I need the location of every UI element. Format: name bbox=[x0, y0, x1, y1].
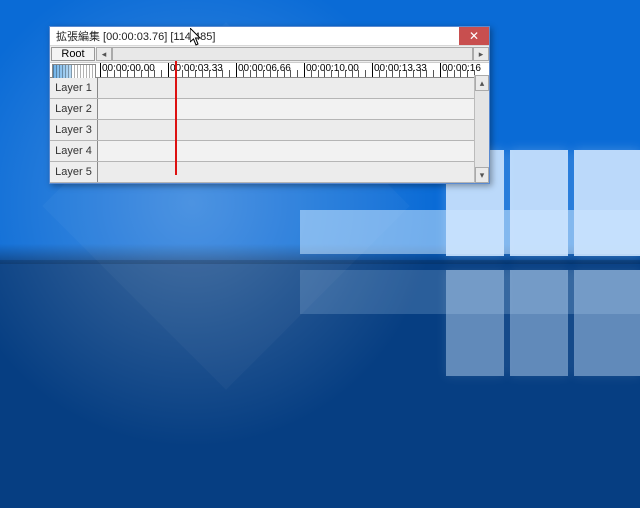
track-row: Layer 3 bbox=[50, 120, 489, 141]
ruler-tick-minor bbox=[324, 70, 325, 77]
hscroll-track[interactable] bbox=[112, 47, 473, 61]
ruler-tick-minor bbox=[250, 70, 251, 77]
ruler-tick-label: 00:00:16 bbox=[442, 63, 481, 74]
ruler-tick-minor bbox=[107, 70, 108, 77]
ruler-tick-minor bbox=[467, 70, 468, 77]
ruler-tick-minor bbox=[406, 70, 407, 77]
ruler-tick-minor bbox=[270, 70, 271, 77]
vscroll[interactable]: ▴ ▾ bbox=[474, 75, 489, 183]
ruler-tick-minor bbox=[290, 70, 291, 77]
track-label[interactable]: Layer 5 bbox=[50, 162, 98, 182]
ruler-tick-minor bbox=[413, 70, 414, 77]
ruler-tick-major bbox=[236, 63, 237, 77]
ruler-tick-minor bbox=[447, 70, 448, 77]
timeline-editor-window: 拡張編集 [00:00:03.76] [114/485] ✕ Root ◂ ▸ … bbox=[49, 26, 490, 184]
ruler-tick-minor bbox=[358, 70, 359, 77]
ruler-tick-minor bbox=[318, 70, 319, 77]
track-row: Layer 1 bbox=[50, 78, 489, 99]
ruler-tick-minor bbox=[209, 70, 210, 77]
track-row: Layer 5 bbox=[50, 162, 489, 183]
track-label[interactable]: Layer 1 bbox=[50, 78, 98, 98]
ruler-tick-minor bbox=[297, 70, 298, 77]
track-lane[interactable] bbox=[98, 99, 489, 119]
ruler-tick-minor bbox=[331, 70, 332, 77]
chevron-down-icon: ▾ bbox=[480, 170, 485, 181]
chevron-right-icon: ▸ bbox=[479, 49, 484, 60]
titlebar[interactable]: 拡張編集 [00:00:03.76] [114/485] ✕ bbox=[50, 27, 489, 46]
track-label[interactable]: Layer 3 bbox=[50, 120, 98, 140]
ruler-tick-minor bbox=[433, 70, 434, 77]
close-icon: ✕ bbox=[469, 30, 479, 42]
ruler-tick-minor bbox=[426, 70, 427, 77]
ruler-tick-minor bbox=[345, 70, 346, 77]
ruler-tick-minor bbox=[195, 70, 196, 77]
ruler-tick-minor bbox=[399, 70, 400, 77]
ruler-tick-minor bbox=[188, 70, 189, 77]
ruler-tick-minor bbox=[154, 70, 155, 77]
ruler-tick-minor bbox=[454, 70, 455, 77]
ruler-tick-minor bbox=[256, 70, 257, 77]
ruler-tick-minor bbox=[222, 70, 223, 77]
toolbar: Root ◂ ▸ bbox=[50, 46, 489, 63]
chevron-up-icon: ▴ bbox=[480, 78, 485, 89]
window-title: 拡張編集 [00:00:03.76] [114/485] bbox=[50, 28, 215, 44]
ruler-tick-minor bbox=[182, 70, 183, 77]
track-lane[interactable] bbox=[98, 141, 489, 161]
ruler-tick-minor bbox=[229, 70, 230, 77]
ruler-tick-minor bbox=[311, 70, 312, 77]
ruler-tick-minor bbox=[120, 70, 121, 77]
ruler-tick-major bbox=[440, 63, 441, 77]
ruler-tick-minor bbox=[392, 70, 393, 77]
track-row: Layer 2 bbox=[50, 99, 489, 120]
hscroll-left-button[interactable]: ◂ bbox=[96, 47, 112, 61]
ruler-tick-minor bbox=[460, 70, 461, 77]
root-button-label: Root bbox=[61, 48, 84, 60]
ruler-tick-minor bbox=[263, 70, 264, 77]
close-button[interactable]: ✕ bbox=[459, 27, 489, 45]
tracks-area: Layer 1Layer 2Layer 3Layer 4Layer 5 bbox=[50, 78, 489, 183]
ruler-tick-minor bbox=[148, 70, 149, 77]
ruler-tick-minor bbox=[379, 70, 380, 77]
track-label[interactable]: Layer 4 bbox=[50, 141, 98, 161]
ruler-tick-minor bbox=[284, 70, 285, 77]
ruler-tick-minor bbox=[114, 70, 115, 77]
ruler-tick-minor bbox=[243, 70, 244, 77]
ruler-tick-minor bbox=[127, 70, 128, 77]
ruler-tick-minor bbox=[352, 70, 353, 77]
ruler-tick-minor bbox=[202, 70, 203, 77]
ruler-tick-minor bbox=[338, 70, 339, 77]
track-lane[interactable] bbox=[98, 78, 489, 98]
time-ruler-row: 00:00:00.0000:00:03.3300:00:06.6600:00:1… bbox=[50, 63, 489, 78]
track-label[interactable]: Layer 2 bbox=[50, 99, 98, 119]
ruler-tick-minor bbox=[134, 70, 135, 77]
track-lane[interactable] bbox=[98, 120, 489, 140]
ruler-tick-minor bbox=[386, 70, 387, 77]
ruler-tick-minor bbox=[365, 70, 366, 77]
track-row: Layer 4 bbox=[50, 141, 489, 162]
ruler-tick-minor bbox=[216, 70, 217, 77]
vscroll-track[interactable] bbox=[475, 91, 489, 167]
ruler-tick-minor bbox=[161, 70, 162, 77]
vscroll-up-button[interactable]: ▴ bbox=[475, 75, 489, 91]
hscroll-right-button[interactable]: ▸ bbox=[473, 47, 489, 61]
time-ruler[interactable]: 00:00:00.0000:00:03.3300:00:06.6600:00:1… bbox=[98, 63, 489, 77]
ruler-tick-minor bbox=[277, 70, 278, 77]
root-button[interactable]: Root bbox=[51, 47, 95, 61]
track-lane[interactable] bbox=[98, 162, 489, 182]
ruler-tick-major bbox=[304, 63, 305, 77]
chevron-left-icon: ◂ bbox=[102, 49, 107, 60]
ruler-tick-major bbox=[168, 63, 169, 77]
vscroll-down-button[interactable]: ▾ bbox=[475, 167, 489, 183]
ruler-tick-minor bbox=[141, 70, 142, 77]
ruler-tick-major bbox=[100, 63, 101, 77]
desktop-wallpaper: 拡張編集 [00:00:03.76] [114/485] ✕ Root ◂ ▸ … bbox=[0, 0, 640, 508]
ruler-tick-major bbox=[372, 63, 373, 77]
playhead[interactable] bbox=[175, 61, 177, 175]
ruler-tick-minor bbox=[420, 70, 421, 77]
